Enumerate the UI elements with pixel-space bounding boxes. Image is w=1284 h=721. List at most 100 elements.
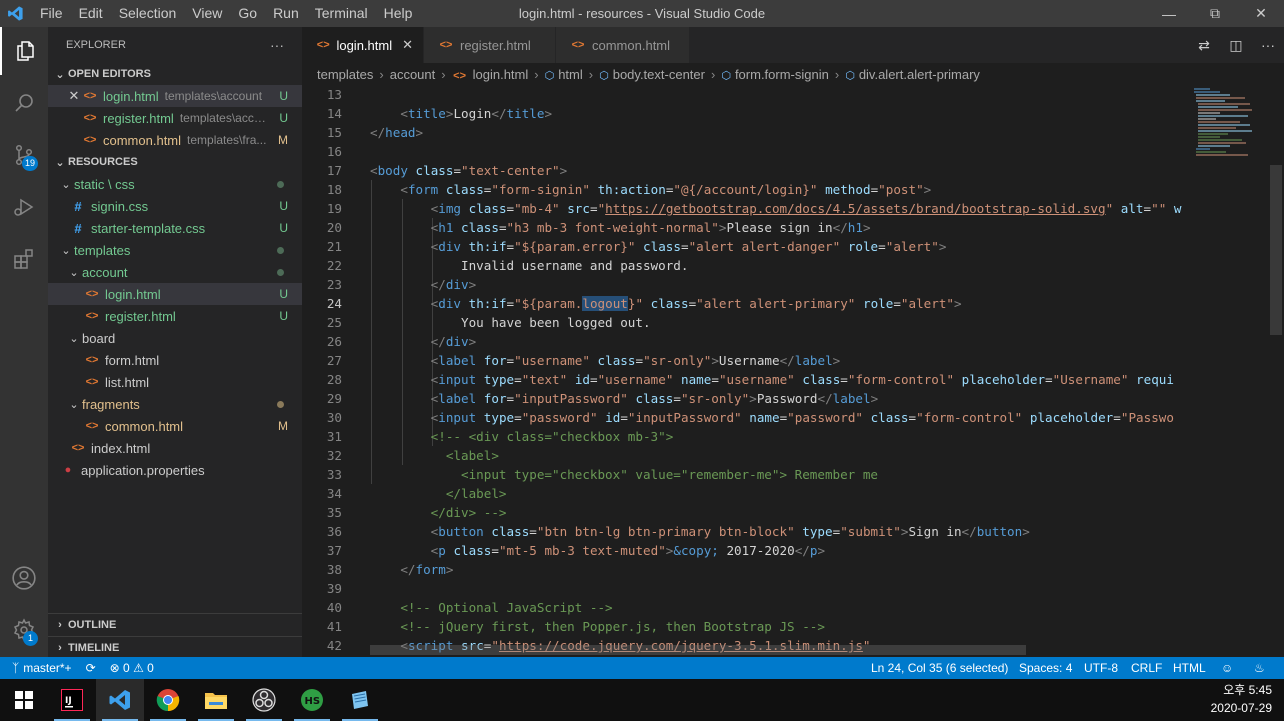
code-editor[interactable]: 13 14 <title>Login</title> 15 </head> 16 17 <b… (302, 85, 1190, 657)
breadcrumb-item[interactable]: account (390, 67, 436, 82)
manage-gear-icon[interactable]: 1 (0, 606, 48, 654)
menu-help[interactable]: Help (376, 0, 421, 27)
element-icon: ⬡ (721, 69, 731, 82)
sync-icon[interactable]: ⟳ (86, 661, 96, 675)
more-actions-icon[interactable]: ··· (1252, 37, 1284, 53)
menu-run[interactable]: Run (265, 0, 307, 27)
chrome-taskbar-icon[interactable] (144, 679, 192, 721)
tree-item-name: fragments (82, 396, 140, 412)
menu-view[interactable]: View (184, 0, 230, 27)
explorer-more-actions-icon[interactable]: ··· (270, 37, 284, 53)
breadcrumb-item[interactable]: ⬡ html (545, 67, 583, 82)
tab-login-html[interactable]: <> login.html ✕ (302, 27, 424, 63)
vertical-scrollbar[interactable] (1268, 85, 1282, 657)
close-editor-icon[interactable]: ✕ (66, 88, 82, 104)
line-text: <button class="btn btn-lg btn-primary bt… (430, 524, 1030, 539)
open-editor-item[interactable]: <> register.html templates\acco... U (48, 107, 302, 129)
extensions-icon[interactable] (0, 235, 48, 283)
windows-start-icon[interactable] (0, 679, 48, 721)
tree-file[interactable]: <> list.html (48, 371, 302, 393)
breadcrumb-item[interactable]: templates (317, 67, 373, 82)
explorer-icon[interactable] (0, 27, 48, 75)
indentation[interactable]: Spaces: 4 (1019, 661, 1072, 675)
tree-folder[interactable]: ⌄ fragments (48, 393, 302, 415)
html-file-icon: <> (571, 39, 585, 51)
breadcrumb-item[interactable]: ⬡ div.alert.alert-primary (845, 67, 980, 82)
breadcrumb-item[interactable]: ⬡ body.text-center (599, 67, 705, 82)
tree-folder[interactable]: ⌄ board (48, 327, 302, 349)
feedback-icon[interactable]: ☺ (1221, 661, 1233, 675)
menu-terminal[interactable]: Terminal (307, 0, 376, 27)
file-explorer-taskbar-icon[interactable] (192, 679, 240, 721)
tree-item-name: starter-template.css (91, 220, 206, 236)
code-line: 35 </div> --> (302, 503, 1190, 522)
line-number: 30 (326, 410, 342, 425)
source-control-icon[interactable]: 19 (0, 131, 48, 179)
tree-file[interactable]: ● application.properties (48, 459, 302, 481)
tree-folder[interactable]: ⌄ account (48, 261, 302, 283)
properties-file-icon: ● (64, 464, 72, 476)
branch-indicator[interactable]: ᛉ master*+ (12, 661, 72, 675)
workspace-label: RESOURCES (68, 156, 138, 168)
tree-file[interactable]: # signin.css U (48, 195, 302, 217)
open-editor-item[interactable]: ✕ <> login.html templates\account U (48, 85, 302, 107)
split-editor-icon[interactable]: ◫ (1220, 37, 1252, 54)
tree-item-name: signin.css (91, 198, 149, 214)
tree-file[interactable]: <> login.html U (48, 283, 302, 305)
tab-register-html[interactable]: <> register.html (424, 27, 556, 63)
manage-badge: 1 (23, 631, 38, 646)
line-text: <!-- <div class="checkbox mb-3"> (430, 429, 674, 444)
menu-selection[interactable]: Selection (111, 0, 185, 27)
accounts-icon[interactable] (0, 554, 48, 602)
close-window-icon[interactable]: ✕ (1238, 0, 1284, 27)
cursor-position[interactable]: Ln 24, Col 35 (6 selected) (871, 661, 1008, 675)
minimize-icon[interactable]: — (1146, 0, 1192, 27)
run-debug-icon[interactable] (0, 183, 48, 231)
timeline-header[interactable]: › TIMELINE (48, 636, 302, 657)
tree-file[interactable]: <> index.html (48, 437, 302, 459)
minimap[interactable] (1190, 85, 1272, 657)
open-editors-header[interactable]: ⌄ OPEN EDITORS (48, 63, 302, 85)
branch-name: master*+ (23, 661, 72, 675)
compare-changes-icon[interactable]: ⇄ (1188, 37, 1220, 54)
intellij-taskbar-icon[interactable]: IJ (48, 679, 96, 721)
menu-file[interactable]: File (32, 0, 71, 27)
hs-app-taskbar-icon[interactable]: HS (288, 679, 336, 721)
search-icon[interactable] (0, 79, 48, 127)
tree-file[interactable]: <> common.html M (48, 415, 302, 437)
menu-edit[interactable]: Edit (71, 0, 111, 27)
menu-go[interactable]: Go (230, 0, 265, 27)
outline-label: OUTLINE (68, 619, 117, 631)
line-ending[interactable]: CRLF (1131, 661, 1162, 675)
outline-header[interactable]: › OUTLINE (48, 614, 302, 636)
tree-file[interactable]: <> form.html (48, 349, 302, 371)
language-mode[interactable]: HTML (1173, 661, 1206, 675)
line-number: 33 (326, 467, 342, 482)
tree-file[interactable]: <> register.html U (48, 305, 302, 327)
tree-folder[interactable]: ⌄ templates (48, 239, 302, 261)
warning-count: 0 (147, 661, 154, 675)
open-editor-item[interactable]: <> common.html templates\fra... M (48, 129, 302, 151)
git-branch-icon: ᛉ (12, 661, 20, 675)
line-number: 17 (326, 163, 342, 178)
horizontal-scrollbar[interactable] (370, 645, 1026, 655)
tree-folder[interactable]: ⌄ static \ css (48, 173, 302, 195)
open-editor-name: register.html (103, 110, 174, 126)
breadcrumb-item[interactable]: <> login.html (452, 67, 528, 82)
html-file-icon: <> (85, 354, 99, 366)
problems-indicator[interactable]: ⊗ 0 ⚠ 0 (110, 661, 154, 675)
editor-area: <> login.html ✕ <> register.html <> common.htm… (302, 27, 1284, 657)
tree-file[interactable]: # starter-template.css U (48, 217, 302, 239)
breadcrumb-item[interactable]: ⬡ form.form-signin (721, 67, 829, 82)
tab-common-html[interactable]: <> common.html (556, 27, 690, 63)
close-tab-icon[interactable]: ✕ (402, 37, 413, 53)
vscode-taskbar-icon[interactable] (96, 679, 144, 721)
restore-icon[interactable]: ⧉ (1192, 0, 1238, 27)
obs-taskbar-icon[interactable] (240, 679, 288, 721)
notepad-taskbar-icon[interactable] (336, 679, 384, 721)
encoding[interactable]: UTF-8 (1084, 661, 1118, 675)
notifications-icon[interactable]: ♨ (1254, 661, 1265, 675)
scrollbar-thumb[interactable] (1270, 165, 1282, 335)
workspace-header[interactable]: ⌄ RESOURCES (48, 151, 302, 173)
taskbar-clock[interactable]: 오후 5:45 2020-07-29 (1211, 681, 1272, 717)
